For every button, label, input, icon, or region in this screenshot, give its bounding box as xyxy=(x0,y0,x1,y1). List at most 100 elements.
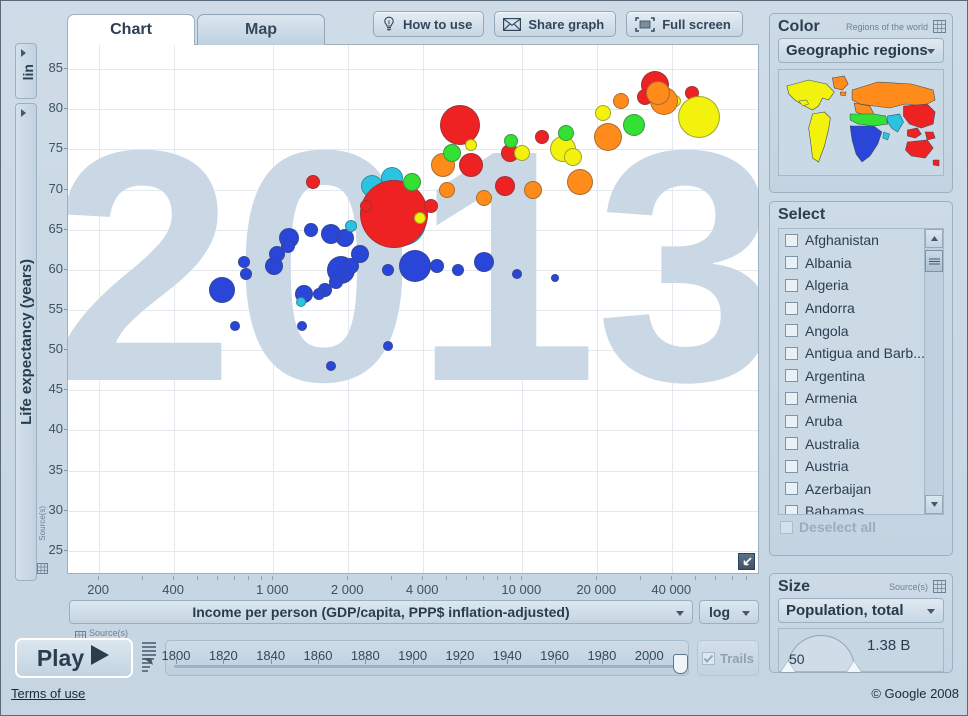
checkbox-icon[interactable] xyxy=(785,278,798,292)
size-variable-label: Population, total xyxy=(786,602,904,619)
country-list-item[interactable]: Afghanistan xyxy=(779,229,943,252)
scrollbar-thumb[interactable] xyxy=(925,250,943,272)
bubble[interactable] xyxy=(566,168,593,195)
country-list[interactable]: Afghanistan Albania Algeria Andorra Angola An… xyxy=(778,228,944,515)
checkbox-icon[interactable] xyxy=(785,459,798,473)
country-list-item[interactable]: Argentina xyxy=(779,365,943,388)
y-scale-label: lin xyxy=(20,64,36,81)
checkbox-icon[interactable] xyxy=(785,391,798,405)
how-to-use-button[interactable]: How to use xyxy=(373,11,485,37)
chart-plot-area[interactable]: 2013 xyxy=(67,44,759,574)
trails-checkbox[interactable]: Trails xyxy=(697,640,759,676)
speed-control[interactable] xyxy=(139,640,159,676)
y-scale-selector[interactable]: lin xyxy=(15,43,37,99)
bubble[interactable] xyxy=(511,268,522,279)
size-variable-dropdown[interactable]: Population, total xyxy=(778,598,944,623)
bubble[interactable] xyxy=(645,81,670,106)
bubble[interactable] xyxy=(464,139,477,152)
country-list-item[interactable]: Austria xyxy=(779,455,943,478)
deselect-all-checkbox[interactable]: Deselect all xyxy=(780,519,952,535)
bubble[interactable] xyxy=(451,263,464,276)
size-range-slider[interactable]: 50 1.38 B xyxy=(778,628,944,672)
play-button[interactable]: Play xyxy=(15,638,133,678)
tab-chart[interactable]: Chart xyxy=(67,14,195,45)
bubble[interactable] xyxy=(442,144,461,163)
bubble[interactable] xyxy=(402,172,421,191)
bubble[interactable] xyxy=(430,258,445,273)
country-list-item[interactable]: Antigua and Barb... xyxy=(779,342,943,365)
bubble[interactable] xyxy=(229,321,240,332)
checkbox-icon[interactable] xyxy=(785,437,798,451)
year-slider-handle[interactable] xyxy=(673,654,688,674)
country-list-item[interactable]: Andorra xyxy=(779,297,943,320)
bubble[interactable] xyxy=(439,181,456,198)
zoom-out-handle[interactable] xyxy=(738,553,755,570)
bubble[interactable] xyxy=(281,238,296,253)
bubble[interactable] xyxy=(304,222,319,237)
bubble[interactable] xyxy=(398,249,431,282)
x-axis-selector[interactable]: Income per person (GDP/capita, PPP$ infl… xyxy=(69,600,693,624)
grid-icon[interactable] xyxy=(933,20,946,38)
checkbox-icon[interactable] xyxy=(785,301,798,315)
bubble[interactable] xyxy=(458,153,483,178)
world-map-legend[interactable] xyxy=(778,69,944,176)
country-list-item[interactable]: Bahamas xyxy=(779,500,943,514)
checkbox-icon[interactable] xyxy=(785,369,798,383)
x-axis-source-label[interactable]: Source(s) xyxy=(89,628,128,638)
toolbar: How to use Share graph Full screen xyxy=(373,11,743,37)
bubble[interactable] xyxy=(345,219,358,232)
terms-of-use-link[interactable]: Terms of use xyxy=(11,686,85,701)
share-graph-button[interactable]: Share graph xyxy=(494,11,617,37)
country-list-item[interactable]: Algeria xyxy=(779,274,943,297)
checkbox-icon[interactable] xyxy=(785,346,798,360)
bubble[interactable] xyxy=(237,255,250,268)
bubble[interactable] xyxy=(677,96,720,139)
bubble[interactable] xyxy=(593,123,622,152)
bubble[interactable] xyxy=(523,180,542,199)
x-minor-tick xyxy=(173,576,175,580)
bubble[interactable] xyxy=(550,273,559,282)
bubble[interactable] xyxy=(359,199,372,212)
tab-map[interactable]: Map xyxy=(197,14,325,45)
bubble[interactable] xyxy=(306,174,321,189)
color-variable-dropdown[interactable]: Geographic regions xyxy=(778,38,944,63)
y-tick-label: 60 xyxy=(39,261,68,276)
play-triangle-icon xyxy=(89,643,111,673)
bubble[interactable] xyxy=(424,198,438,213)
bubble[interactable] xyxy=(475,189,492,206)
full-screen-button[interactable]: Full screen xyxy=(626,11,743,37)
bubble[interactable] xyxy=(494,175,515,196)
country-list-item[interactable]: Angola xyxy=(779,319,943,342)
scroll-down-button[interactable] xyxy=(925,495,943,514)
bubble[interactable] xyxy=(325,361,336,372)
checkbox-icon[interactable] xyxy=(785,482,798,496)
country-list-item[interactable]: Armenia xyxy=(779,387,943,410)
year-slider[interactable]: 1800 1820 1840 1860 1880 1900 1920 1940 1960 1980… xyxy=(162,640,689,676)
country-list-item[interactable]: Albania xyxy=(779,252,943,275)
checkbox-icon[interactable] xyxy=(785,504,798,514)
bubble[interactable] xyxy=(296,321,307,332)
checkbox-icon[interactable] xyxy=(785,324,798,338)
bubble[interactable] xyxy=(208,276,235,303)
country-list-scrollbar[interactable] xyxy=(924,229,943,514)
country-label: Angola xyxy=(805,322,849,339)
year-tick-mark xyxy=(601,659,603,664)
country-list-item[interactable]: Australia xyxy=(779,432,943,455)
checkbox-icon[interactable] xyxy=(785,414,798,428)
y-tick-label: 25 xyxy=(39,542,68,557)
country-list-item[interactable]: Aruba xyxy=(779,410,943,433)
grid-icon[interactable] xyxy=(933,580,946,598)
scroll-up-button[interactable] xyxy=(925,229,943,248)
bubble[interactable] xyxy=(295,296,306,307)
bubble[interactable] xyxy=(473,251,494,272)
checkbox-icon[interactable] xyxy=(785,233,798,247)
x-scale-selector[interactable]: log xyxy=(699,600,759,624)
size-min-handle[interactable] xyxy=(781,661,795,672)
size-max-handle[interactable] xyxy=(847,661,861,672)
bubble[interactable] xyxy=(594,105,611,122)
country-list-item[interactable]: Azerbaijan xyxy=(779,478,943,501)
size-panel-hint[interactable]: Source(s) xyxy=(889,582,928,592)
checkbox-icon[interactable] xyxy=(785,256,798,270)
year-tick-mark xyxy=(554,659,556,664)
bubble[interactable] xyxy=(622,114,645,137)
